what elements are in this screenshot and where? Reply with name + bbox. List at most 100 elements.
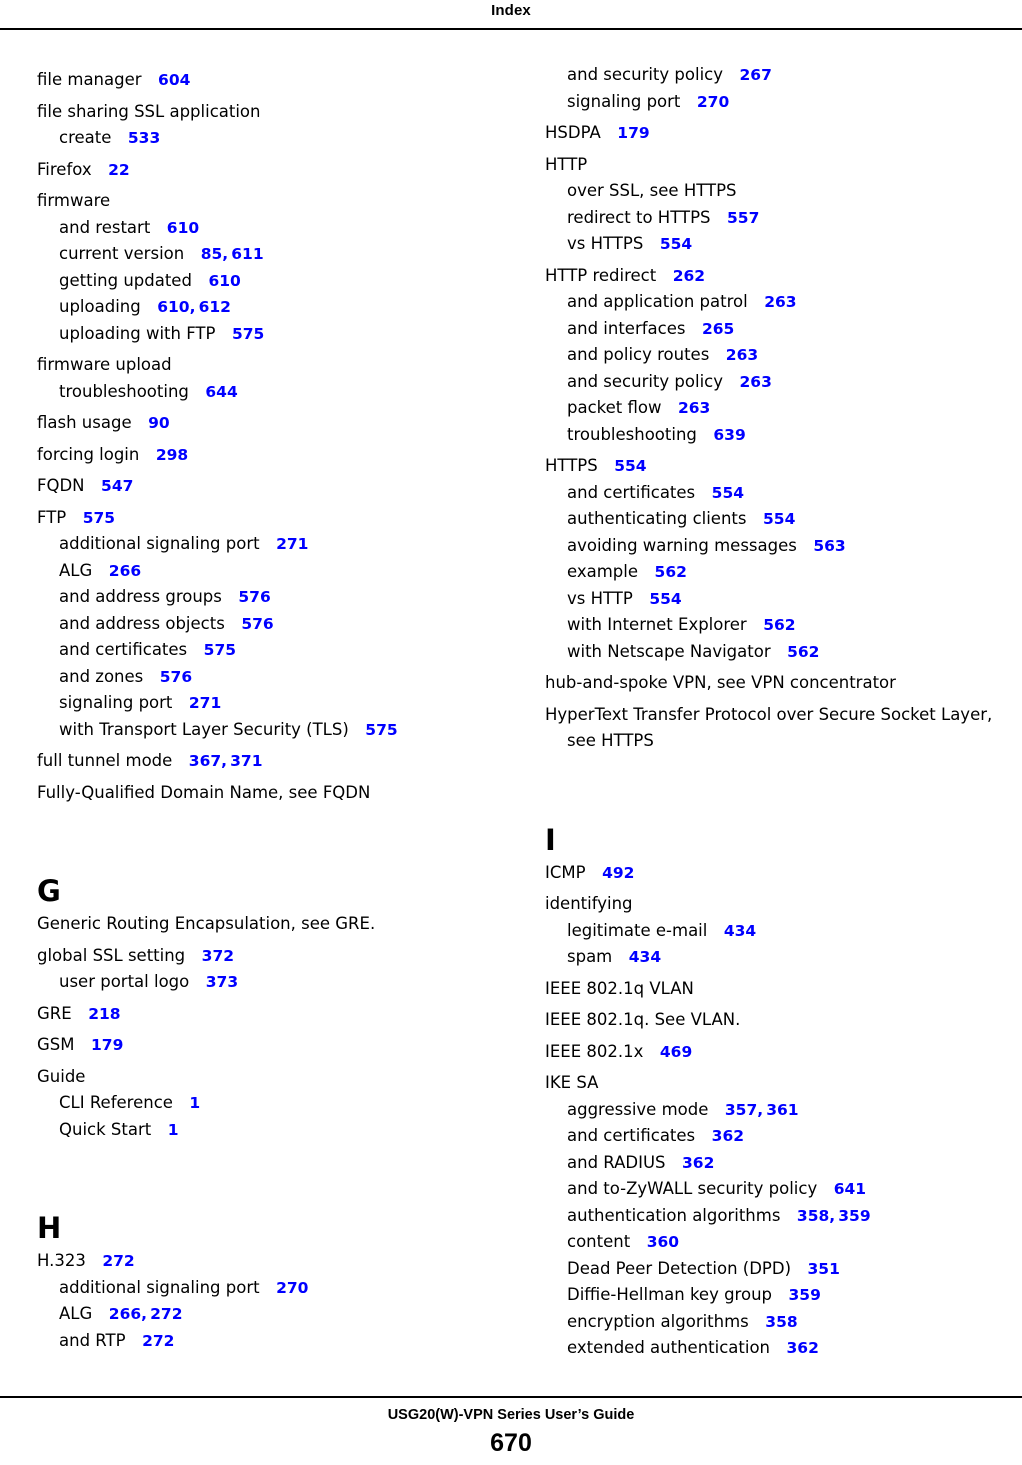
page-reference-link[interactable]: 362 <box>682 1154 714 1172</box>
page-reference-link[interactable]: 554 <box>712 484 744 502</box>
page-reference-link[interactable]: 266 <box>109 1305 141 1323</box>
page-reference-link[interactable]: 610 <box>208 272 240 290</box>
page-reference-link[interactable]: 434 <box>724 922 756 940</box>
page-reference-link[interactable]: 557 <box>727 209 759 227</box>
page-reference-link[interactable]: 575 <box>365 721 397 739</box>
page-reference-link[interactable]: 610 <box>167 219 199 237</box>
page-reference-link[interactable]: 362 <box>787 1339 819 1357</box>
page-reference-link[interactable]: 576 <box>238 588 270 606</box>
page-reference-link[interactable]: 271 <box>189 694 221 712</box>
index-page-references: 218 <box>72 1004 120 1023</box>
page-reference-link[interactable]: 1 <box>168 1121 179 1139</box>
page-reference-link[interactable]: 575 <box>232 325 264 343</box>
page-reference-link[interactable]: 469 <box>660 1043 692 1061</box>
index-subentry: with Transport Layer Security (TLS) 575 <box>37 717 492 744</box>
index-subentry: and restart 610 <box>37 215 492 242</box>
page-reference-link[interactable]: 562 <box>763 616 795 634</box>
index-entry-label: troubleshooting <box>567 424 697 444</box>
page-reference-link[interactable]: 554 <box>763 510 795 528</box>
index-entry-label: Guide <box>37 1066 86 1086</box>
page-reference-link[interactable]: 179 <box>91 1036 123 1054</box>
page-reference-link[interactable]: 533 <box>128 129 160 147</box>
index-page-references: 547 <box>85 476 133 495</box>
index-page-references: 492 <box>586 863 634 882</box>
index-subentry: aggressive mode 357, 361 <box>545 1097 1000 1124</box>
page-reference-link[interactable]: 179 <box>617 124 649 142</box>
index-page-references: 357, 361 <box>708 1100 799 1119</box>
page-reference-link[interactable]: 85 <box>201 245 223 263</box>
index-entry-label: HTTPS <box>545 456 598 475</box>
page-reference-link[interactable]: 575 <box>204 641 236 659</box>
page-reference-link[interactable]: 547 <box>101 477 133 495</box>
page-reference-link[interactable]: 359 <box>838 1207 870 1225</box>
page-reference-link[interactable]: 372 <box>202 947 234 965</box>
page-reference-link[interactable]: 359 <box>789 1286 821 1304</box>
page-reference-link[interactable]: 362 <box>712 1127 744 1145</box>
page-reference-link[interactable]: 554 <box>614 457 646 475</box>
right-column: and security policy 267 signaling port 27… <box>545 62 1000 1362</box>
page-reference-link[interactable]: 644 <box>205 383 237 401</box>
page-reference-link[interactable]: 373 <box>206 973 238 991</box>
page-reference-link[interactable]: 263 <box>678 399 710 417</box>
page-reference-link[interactable]: 272 <box>150 1305 182 1323</box>
page-reference-link[interactable]: 271 <box>276 535 308 553</box>
page-reference-link[interactable]: 262 <box>673 267 705 285</box>
index-page-references: 554 <box>695 483 744 502</box>
index-entry-label: IEEE 802.1q VLAN <box>545 978 694 998</box>
page-reference-link[interactable]: 639 <box>713 426 745 444</box>
page-reference-link[interactable]: 604 <box>158 71 190 89</box>
page-reference-link[interactable]: 272 <box>142 1332 174 1350</box>
page-reference-link[interactable]: 576 <box>241 615 273 633</box>
page-reference-link[interactable]: 90 <box>148 414 170 432</box>
page-reference-link[interactable]: 266 <box>109 562 141 580</box>
page-reference-link[interactable]: 1 <box>189 1094 200 1112</box>
page-reference-link[interactable]: 357 <box>725 1101 757 1119</box>
index-page-references: 179 <box>601 123 649 142</box>
index-entry-label: extended authentication <box>567 1338 770 1357</box>
page-reference-link[interactable]: 267 <box>740 66 772 84</box>
page-reference-link[interactable]: 358 <box>797 1207 829 1225</box>
page-reference-link[interactable]: 361 <box>766 1101 798 1119</box>
page-reference-link[interactable]: 576 <box>160 668 192 686</box>
index-entry: HyperText Transfer Protocol over Secure … <box>545 702 1000 755</box>
page-reference-link[interactable]: 265 <box>702 320 734 338</box>
page-reference-link[interactable]: 367 <box>189 752 221 770</box>
page-reference-link[interactable]: 272 <box>102 1252 134 1270</box>
index-entry-label: file manager <box>37 70 142 89</box>
page-reference-link[interactable]: 351 <box>808 1260 840 1278</box>
page-reference-link[interactable]: 610 <box>157 298 189 316</box>
page-reference-link[interactable]: 492 <box>602 864 634 882</box>
page-reference-link[interactable]: 263 <box>726 346 758 364</box>
page-reference-link[interactable]: 298 <box>156 446 188 464</box>
page-reference-link[interactable]: 554 <box>660 235 692 253</box>
page-reference-link[interactable]: 22 <box>108 161 130 179</box>
page-reference-link[interactable]: 611 <box>231 245 263 263</box>
page-reference-link[interactable]: 641 <box>834 1180 866 1198</box>
page-reference-link[interactable]: 270 <box>276 1279 308 1297</box>
index-subentry: legitimate e-mail 434 <box>545 918 1000 945</box>
page-reference-link[interactable]: 563 <box>813 537 845 555</box>
page-reference-link[interactable]: 358 <box>765 1313 797 1331</box>
page-reference-link[interactable]: 612 <box>199 298 231 316</box>
index-entry-list: ICMP 492 identifying legitimate e-mail 434… <box>545 860 1000 1362</box>
page-reference-link[interactable]: 263 <box>740 373 772 391</box>
page-reference-link[interactable]: 562 <box>655 563 687 581</box>
index-entry-label: and policy routes <box>567 345 710 364</box>
index-page-references: 434 <box>707 921 756 940</box>
page-reference-link[interactable]: 562 <box>787 643 819 661</box>
index-entry: Generic Routing Encapsulation, see GRE. <box>37 911 492 938</box>
index-entry-label: IEEE 802.1x <box>545 1041 644 1061</box>
page-reference-link[interactable]: 270 <box>697 93 729 111</box>
page-reference-link[interactable]: 371 <box>230 752 262 770</box>
page-reference-link[interactable]: 434 <box>629 948 661 966</box>
page-reference-link[interactable]: 575 <box>83 509 115 527</box>
page-reference-link[interactable]: 554 <box>649 590 681 608</box>
index-entry-label: and certificates <box>59 640 188 659</box>
index-section-i: I ICMP 492 identifying legitimate e-mail 43… <box>545 825 1000 1362</box>
page-reference-link[interactable]: 263 <box>764 293 796 311</box>
index-entry-label: example <box>567 562 639 581</box>
index-subentry: with Internet Explorer 562 <box>545 612 1000 639</box>
page-reference-link[interactable]: 360 <box>647 1233 679 1251</box>
page-reference-link[interactable]: 218 <box>88 1005 120 1023</box>
index-page-references: 575 <box>66 508 115 527</box>
